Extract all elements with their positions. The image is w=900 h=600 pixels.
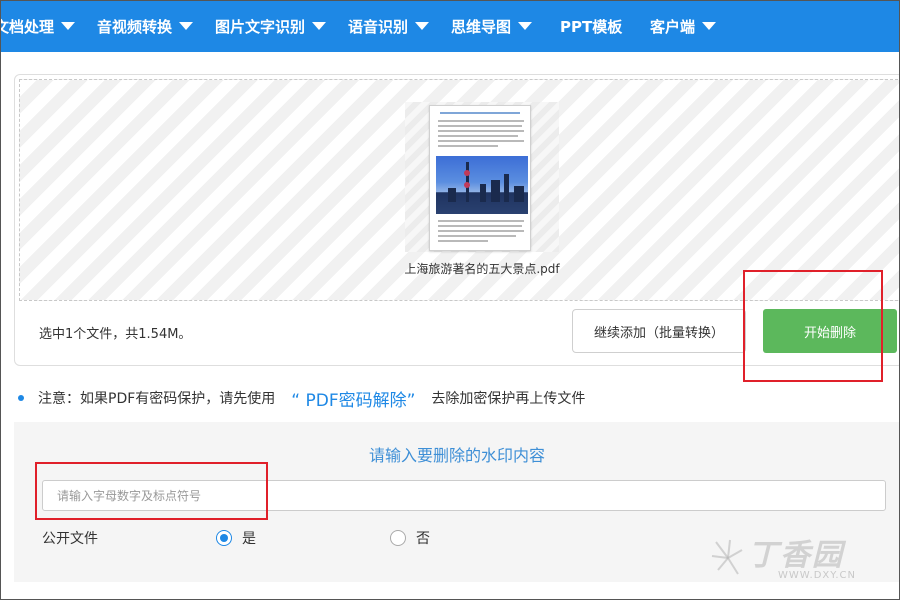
notice-prefix: 注意：如果PDF有密码保护，请先使用: [38, 391, 276, 407]
pdf-unlock-link[interactable]: “ PDF密码解除”: [291, 386, 415, 411]
top-nav: 文档处理 音视频转换 图片文字识别 语音识别 思维导图 PPT模板 客户端: [0, 0, 900, 52]
nav-item-label: 语音识别: [348, 17, 409, 36]
file-name: 上海旅游著名的五大景点.pdf: [404, 262, 560, 276]
add-more-files-button[interactable]: 继续添加（批量转换）: [572, 309, 746, 353]
nav-item-ocr[interactable]: 图片文字识别: [215, 0, 327, 52]
form-title: 请输入要删除的水印内容: [368, 446, 545, 465]
caret-down-icon: [518, 22, 533, 30]
password-notice: 注意：如果PDF有密码保护，请先使用 “ PDF密码解除” 去除加密保护再上传文…: [18, 386, 586, 411]
file-drop-zone[interactable]: 上海旅游著名的五大景点.pdf: [19, 79, 900, 301]
nav-item-label: 思维导图: [451, 17, 512, 36]
caret-down-icon: [702, 22, 717, 30]
brand-name: 丁香园: [748, 538, 844, 573]
file-summary: 选中1个文件，共1.54M。: [39, 327, 192, 342]
nav-item-mindmap[interactable]: 思维导图: [451, 0, 533, 52]
public-file-label: 公开文件: [42, 531, 98, 547]
radio-public-yes[interactable]: 是: [216, 528, 256, 548]
flower-logo-icon: [711, 539, 743, 575]
brand-url: WWW.DXY.CN: [778, 570, 856, 581]
watermark-text-input[interactable]: [42, 480, 886, 511]
radio-label: 否: [416, 531, 430, 547]
notice-suffix: 去除加密保护再上传文件: [431, 391, 586, 407]
radio-checked-icon: [216, 530, 232, 546]
nav-item-label: 音视频转换: [97, 17, 173, 36]
radio-public-no[interactable]: 否: [390, 528, 430, 548]
caret-down-icon: [179, 22, 194, 30]
upload-card: 上海旅游著名的五大景点.pdf 选中1个文件，共1.54M。 继续添加（批量转换…: [14, 74, 900, 366]
brand-watermark: 丁香园 WWW.DXY.CN: [708, 530, 888, 586]
caret-down-icon: [312, 22, 327, 30]
radio-label: 是: [242, 531, 256, 547]
skyline-photo: [436, 156, 528, 214]
nav-item-speech[interactable]: 语音识别: [348, 0, 430, 52]
nav-item-label: 客户端: [650, 17, 696, 36]
nav-item-document[interactable]: 文档处理: [0, 0, 76, 52]
start-remove-button[interactable]: 开始删除: [763, 309, 897, 353]
radio-unchecked-icon: [390, 530, 406, 546]
caret-down-icon: [415, 22, 430, 30]
caret-down-icon: [61, 22, 76, 30]
pdf-page-preview: [429, 105, 531, 251]
nav-item-label: 文档处理: [0, 17, 55, 36]
nav-item-av-convert[interactable]: 音视频转换: [97, 0, 194, 52]
nav-item-label: PPT模板: [560, 17, 623, 36]
file-thumbnail[interactable]: [405, 102, 559, 252]
bullet-icon: [18, 395, 24, 401]
nav-item-ppt[interactable]: PPT模板: [560, 0, 622, 52]
nav-item-label: 图片文字识别: [215, 17, 306, 36]
nav-item-client[interactable]: 客户端: [650, 0, 717, 52]
